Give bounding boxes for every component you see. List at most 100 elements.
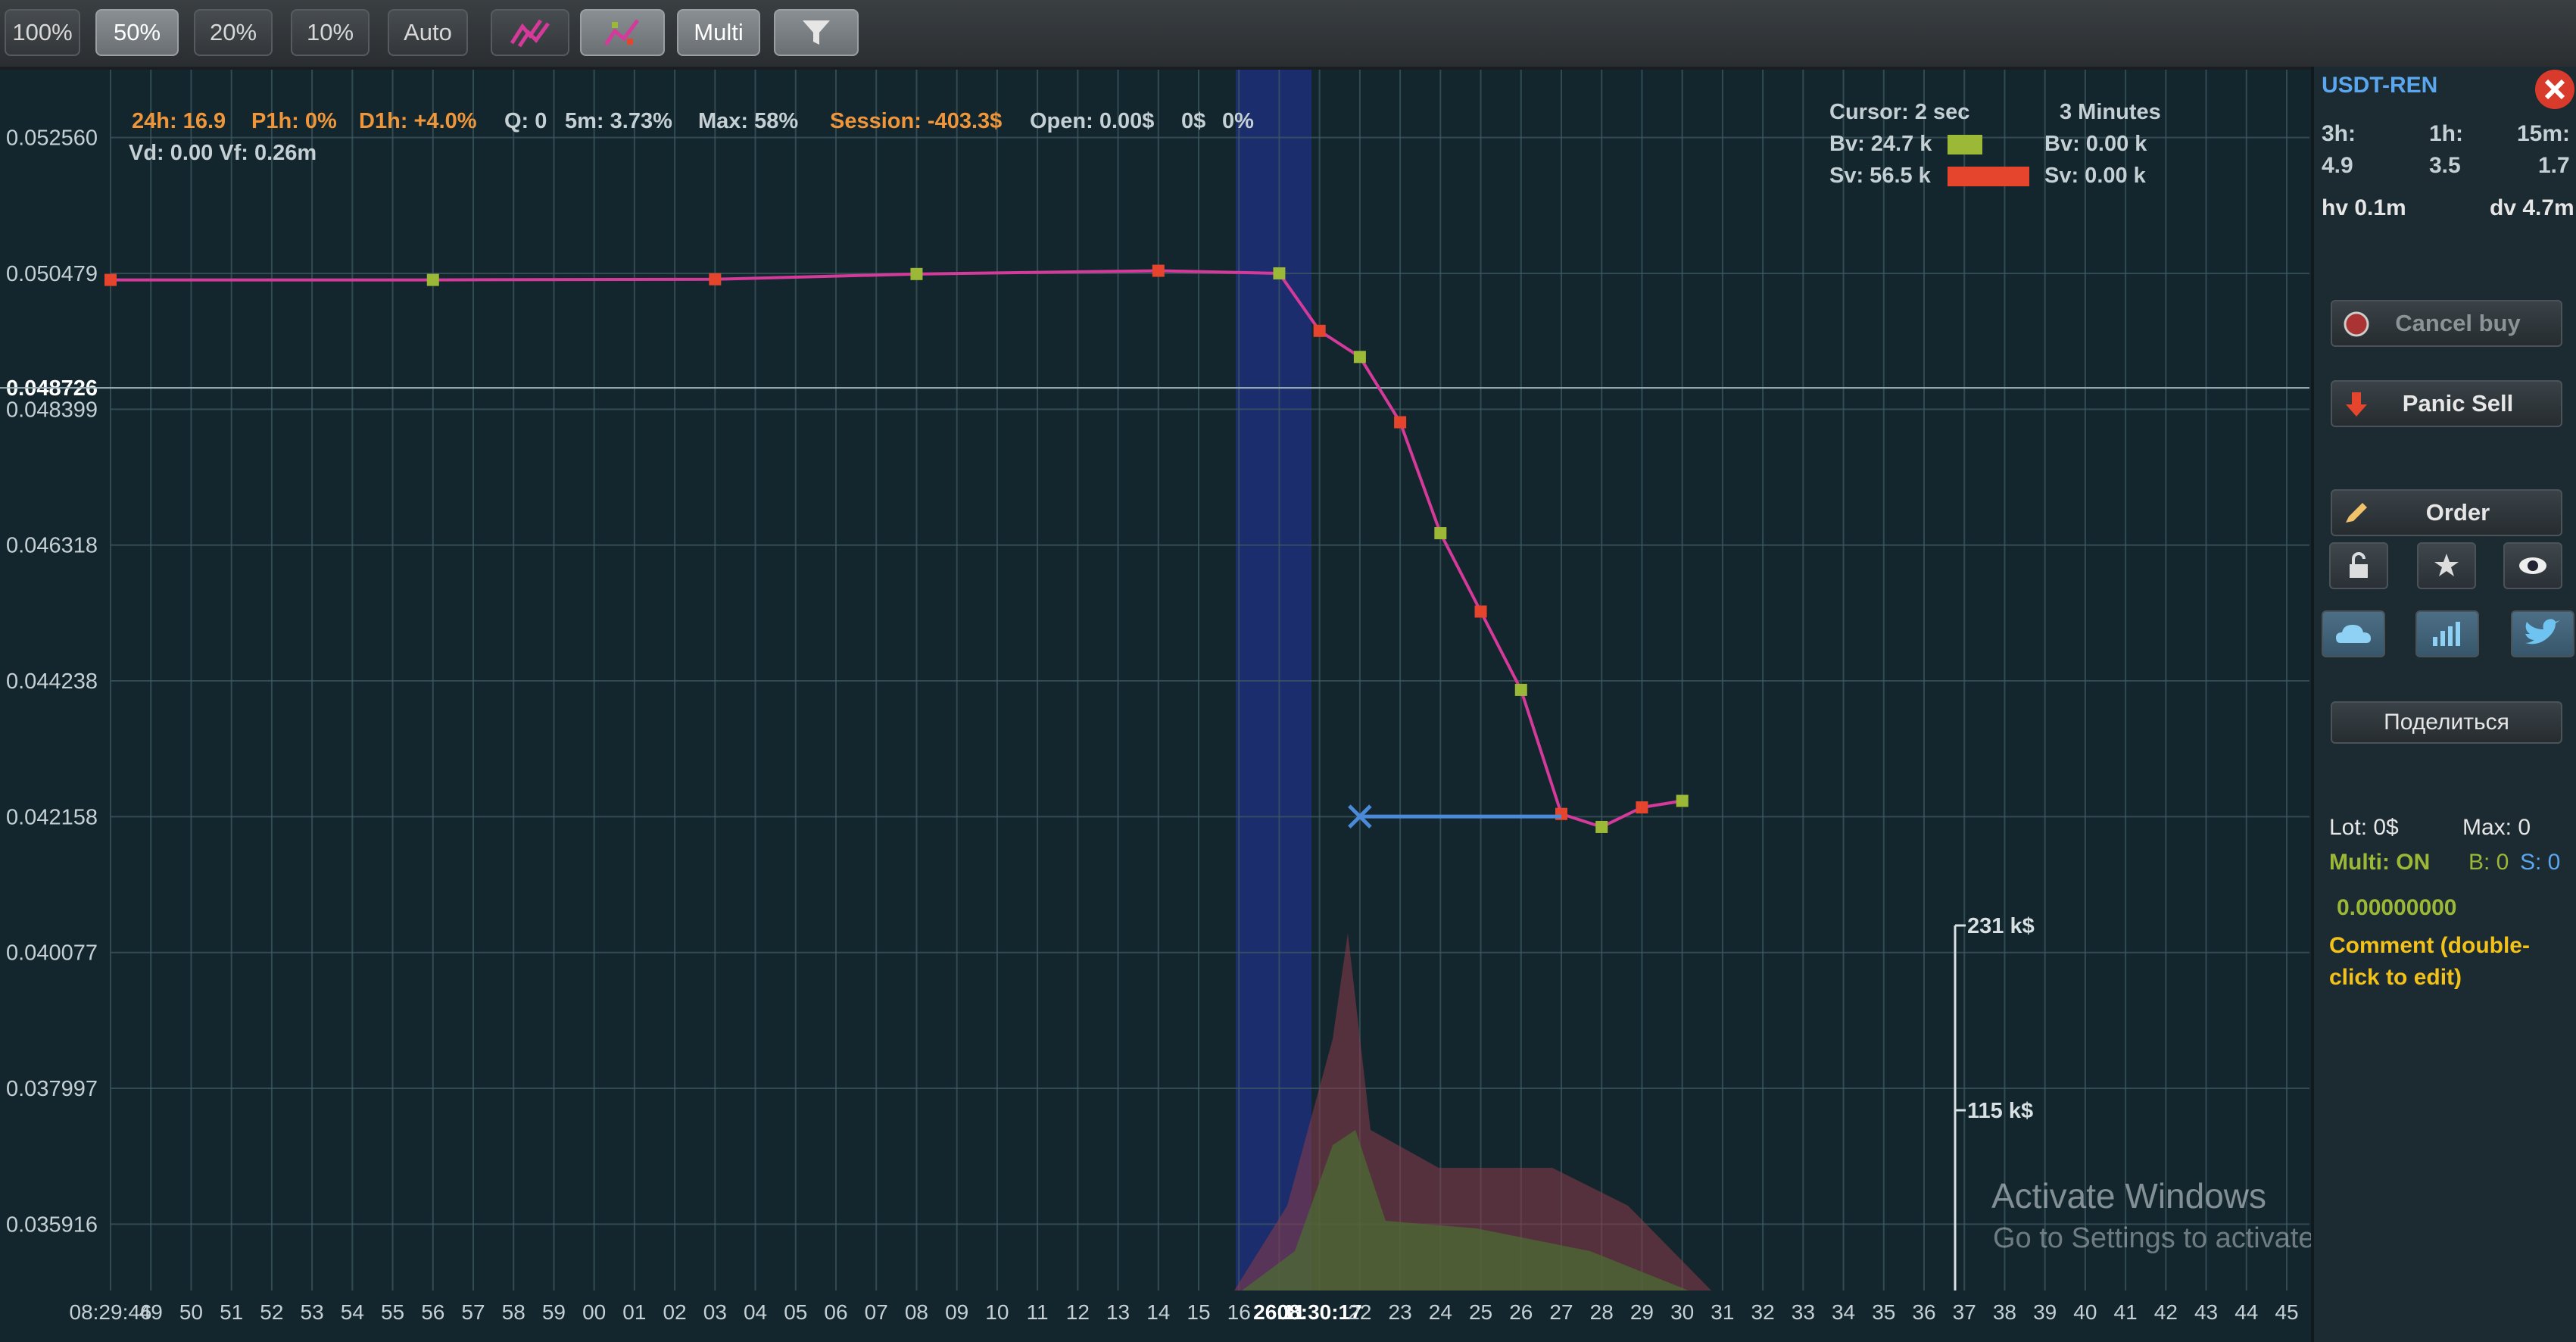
x-tick-label: 02 <box>663 1300 687 1324</box>
x-tick-label: 43 <box>2194 1300 2218 1324</box>
x-tick-label: 26 <box>1509 1300 1533 1324</box>
zoom-auto-button[interactable]: Auto <box>388 9 468 56</box>
trades-toggle-button[interactable] <box>580 9 665 56</box>
x-tick-label: 55 <box>381 1300 404 1324</box>
x-tick-label: 22 <box>1348 1300 1371 1324</box>
change-15m-value: 1.7 <box>2538 153 2570 178</box>
x-tick-label: 14 <box>1146 1300 1170 1324</box>
zoom-20-button[interactable]: 20% <box>194 9 273 56</box>
x-tick-label: 11 <box>1027 1300 1049 1324</box>
lot-size: Lot: 0$ <box>2329 815 2399 840</box>
volume-stats: Vd: 0.00 Vf: 0.26m <box>129 141 317 165</box>
open-position-usd: 0$ <box>1181 109 1206 133</box>
trade-marker <box>1273 267 1286 279</box>
y-tick-label: 0.044238 <box>6 669 98 694</box>
x-tick-label: 53 <box>301 1300 324 1324</box>
x-tick-label: 52 <box>260 1300 283 1324</box>
x-tick-label: 32 <box>1751 1300 1775 1324</box>
trade-marker <box>1514 683 1527 696</box>
x-tick-label: 03 <box>703 1300 727 1324</box>
order-button[interactable]: Order <box>2331 489 2562 536</box>
sell-volume-bar <box>1948 167 2029 186</box>
buy-volume-total: Bv: 0.00 k <box>2044 132 2147 156</box>
zoom-10-button[interactable]: 10% <box>291 9 370 56</box>
line-chart-toggle-button[interactable] <box>491 9 569 56</box>
x-tick-label: 30 <box>1670 1300 1694 1324</box>
y-tick-label: 0.037997 <box>6 1077 98 1101</box>
stat-24h: 24h: 16.9 <box>132 109 226 133</box>
top-toolbar: 100% 50% 20% 10% Auto Multi <box>0 0 2576 70</box>
stats-button[interactable] <box>2415 610 2479 657</box>
y-tick-label: 0.035916 <box>6 1212 98 1237</box>
chart-timeframe: 3 Minutes <box>2060 100 2161 124</box>
trade-marker <box>1394 416 1407 429</box>
x-tick-label: 01 <box>622 1300 646 1324</box>
line-chart-icon <box>510 19 550 48</box>
change-1h-value: 3.5 <box>2429 153 2461 178</box>
x-tick-label: 15 <box>1187 1300 1210 1324</box>
y-tick-label: 0.042158 <box>6 805 98 829</box>
x-tick-label: 49 <box>139 1300 163 1324</box>
favorite-button[interactable] <box>2417 542 2476 589</box>
cloud-button[interactable] <box>2322 610 2385 657</box>
y-tick-label: 0.050479 <box>6 262 98 286</box>
x-tick-label: 57 <box>461 1300 485 1324</box>
trade-marker <box>104 273 117 286</box>
twitter-button[interactable] <box>2511 610 2574 657</box>
x-tick-label: 09 <box>945 1300 968 1324</box>
stat-max: Max: 58% <box>698 109 799 133</box>
x-tick-label: 23 <box>1389 1300 1412 1324</box>
stat-d1h: D1h: +4.0% <box>359 109 477 133</box>
x-tick-label: 00 <box>582 1300 606 1324</box>
x-tick-label: 50 <box>179 1300 203 1324</box>
buy-volume-cursor: Bv: 24.7 k <box>1829 132 1932 156</box>
x-tick-label: 35 <box>1872 1300 1895 1324</box>
comment-field[interactable]: Comment (double-click to edit) <box>2329 930 2564 994</box>
trade-marker <box>1636 801 1648 814</box>
selection-band <box>1236 70 1311 1291</box>
x-tick-label: 28 <box>1590 1300 1614 1324</box>
hourly-volume: hv 0.1m <box>2322 195 2406 220</box>
x-tick-label: 31 <box>1711 1300 1734 1324</box>
panic-sell-label: Panic Sell <box>2402 390 2514 417</box>
multi-status: Multi: ON <box>2329 850 2431 875</box>
trade-marker <box>1313 324 1326 337</box>
x-tick-label: 25 <box>1469 1300 1492 1324</box>
filter-button[interactable] <box>774 9 859 56</box>
trade-marker <box>1595 820 1608 833</box>
change-15m-label: 15m: <box>2517 121 2571 146</box>
chart-canvas[interactable]: 08:29:4649 50 51 52 53 54 55 56 57 58 59 00 01 02 03 04… <box>0 70 2309 1342</box>
cancel-buy-button[interactable]: Cancel buy <box>2331 300 2562 347</box>
x-tick-label: 29 <box>1630 1300 1654 1324</box>
trade-marker <box>1152 264 1165 277</box>
panic-sell-button[interactable]: Panic Sell <box>2331 380 2562 427</box>
x-tick-label: 05 <box>784 1300 807 1324</box>
open-position-pct: 0% <box>1222 109 1254 133</box>
zoom-100-button[interactable]: 100% <box>5 9 80 56</box>
daily-volume: dv 4.7m <box>2490 195 2574 220</box>
x-tick-label: 39 <box>2033 1300 2057 1324</box>
unlock-button[interactable] <box>2329 542 2388 589</box>
sell-volume-total: Sv: 0.00 k <box>2044 164 2146 188</box>
x-tick-label: 12 <box>1066 1300 1090 1324</box>
x-tick-label: 13 <box>1106 1300 1130 1324</box>
trade-marker <box>426 273 439 286</box>
share-button[interactable]: Поделиться <box>2331 701 2562 744</box>
volume-scale-mid-label: 115 k$ <box>1967 1099 2033 1123</box>
x-tick-label: 08 <box>905 1300 928 1324</box>
zoom-50-button[interactable]: 50% <box>95 9 179 56</box>
down-arrow-icon <box>2346 392 2367 417</box>
session-pnl: Session: -403.3$ <box>830 109 1003 133</box>
cursor-interval: Cursor: 2 sec <box>1829 100 1970 124</box>
x-tick-label: 27 <box>1549 1300 1573 1324</box>
close-icon[interactable] <box>2535 70 2574 109</box>
multi-button[interactable]: Multi <box>677 9 760 56</box>
price-chart[interactable]: 08:29:46 49 50 51 52 53 54 55 56 57 58 59 00 01 02 03 04… <box>0 70 2447 1342</box>
change-3h-value: 4.9 <box>2322 153 2353 178</box>
x-tick-label: 36 <box>1912 1300 1935 1324</box>
sell-count: S: 0 <box>2520 850 2561 875</box>
x-tick-label: 37 <box>1953 1300 1976 1324</box>
x-tick-label: 07 <box>865 1300 888 1324</box>
watch-button[interactable] <box>2503 542 2562 589</box>
trades-chart-icon <box>603 19 639 46</box>
